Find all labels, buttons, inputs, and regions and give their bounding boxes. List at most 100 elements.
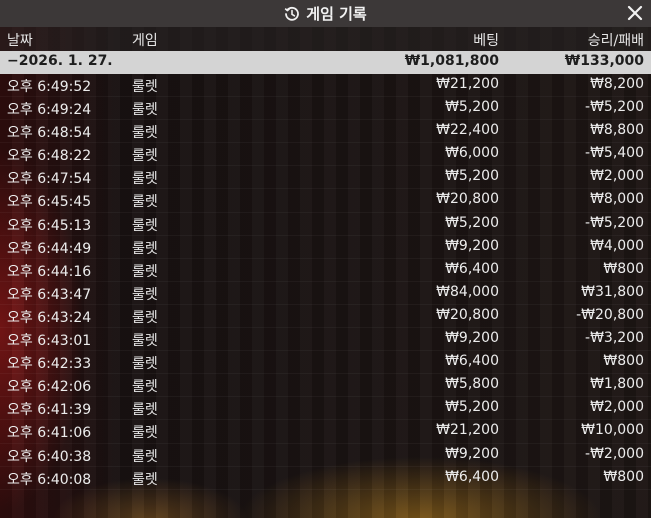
row-game: 룰렛 bbox=[132, 240, 158, 257]
table-row[interactable]: 오후 6:40:38 룰렛 ₩9,200 -₩2,000 bbox=[0, 444, 651, 467]
row-game: 룰렛 bbox=[132, 448, 158, 465]
panel-title: 게임 기록 bbox=[306, 5, 367, 23]
row-result: -₩2,000 bbox=[585, 445, 644, 462]
header-winloss: 승리/패배 bbox=[587, 33, 644, 49]
row-time: 오후 6:44:49 bbox=[7, 240, 92, 257]
row-result: ₩31,800 bbox=[581, 283, 644, 300]
row-game: 룰렛 bbox=[132, 79, 158, 95]
row-result: -₩5,200 bbox=[585, 99, 644, 116]
table-row[interactable]: 오후 6:49:24 룰렛 ₩5,200 -₩5,200 bbox=[0, 97, 651, 121]
row-result: ₩8,200 bbox=[590, 76, 644, 92]
row-bet: ₩5,800 bbox=[445, 376, 499, 393]
header-bet: 베팅 bbox=[473, 33, 499, 49]
row-game: 룰렛 bbox=[132, 356, 158, 373]
row-game: 룰렛 bbox=[132, 402, 158, 419]
row-game: 룰렛 bbox=[132, 125, 158, 142]
table-row[interactable]: 오후 6:42:33 룰렛 ₩6,400 ₩800 bbox=[0, 351, 651, 375]
history-rows: 오후 6:49:52 룰렛 ₩21,200 ₩8,200 오후 6:49:24 룰렛 ₩5,… bbox=[0, 74, 651, 490]
row-result: ₩2,000 bbox=[590, 168, 644, 185]
row-bet: ₩20,800 bbox=[436, 191, 499, 208]
row-game: 룰렛 bbox=[132, 379, 158, 396]
row-time: 오후 6:49:52 bbox=[7, 79, 92, 95]
row-game: 룰렛 bbox=[132, 425, 158, 442]
row-game: 룰렛 bbox=[132, 194, 158, 211]
history-icon bbox=[284, 6, 300, 22]
row-result: ₩10,000 bbox=[581, 422, 644, 439]
row-result: -₩5,400 bbox=[585, 145, 644, 162]
row-time: 오후 6:43:47 bbox=[7, 286, 92, 303]
row-result: ₩4,000 bbox=[590, 237, 644, 254]
table-row[interactable]: 오후 6:43:47 룰렛 ₩84,000 ₩31,800 bbox=[0, 282, 651, 305]
summary-winloss-total: ₩133,000 bbox=[564, 53, 644, 69]
row-bet: ₩84,000 bbox=[436, 283, 499, 300]
row-time: 오후 6:48:54 bbox=[7, 125, 92, 142]
row-result: ₩2,000 bbox=[590, 399, 644, 416]
table-row[interactable]: 오후 6:48:54 룰렛 ₩22,400 ₩8,800 bbox=[0, 120, 651, 144]
row-bet: ₩5,200 bbox=[445, 99, 499, 116]
row-time: 오후 6:41:06 bbox=[7, 425, 92, 442]
row-time: 오후 6:43:24 bbox=[7, 309, 92, 326]
title-bar: 게임 기록 bbox=[0, 0, 651, 27]
row-time: 오후 6:40:38 bbox=[7, 448, 92, 465]
row-bet: ₩5,200 bbox=[445, 168, 499, 185]
title-group: 게임 기록 bbox=[0, 0, 651, 27]
row-game: 룰렛 bbox=[132, 217, 158, 234]
table-row[interactable]: 오후 6:47:54 룰렛 ₩5,200 ₩2,000 bbox=[0, 166, 651, 190]
row-game: 룰렛 bbox=[132, 171, 158, 188]
row-time: 오후 6:42:06 bbox=[7, 379, 92, 396]
game-history-panel: 게임 기록 날짜 게임 베팅 승리/패배 −2026. 1. 27. ₩1,08… bbox=[0, 0, 651, 518]
row-time: 오후 6:43:01 bbox=[7, 333, 92, 350]
row-time: 오후 6:41:39 bbox=[7, 402, 92, 419]
row-game: 룰렛 bbox=[132, 148, 158, 165]
row-result: ₩800 bbox=[603, 353, 644, 370]
row-time: 오후 6:45:45 bbox=[7, 194, 92, 211]
table-row[interactable]: 오후 6:40:08 룰렛 ₩6,400 ₩800 bbox=[0, 467, 651, 490]
row-result: ₩800 bbox=[603, 260, 644, 277]
table-row[interactable]: 오후 6:45:45 룰렛 ₩20,800 ₩8,000 bbox=[0, 189, 651, 213]
row-time: 오후 6:42:33 bbox=[7, 356, 92, 373]
date-summary-row[interactable]: −2026. 1. 27. ₩1,081,800 ₩133,000 bbox=[0, 51, 651, 74]
row-bet: ₩6,400 bbox=[445, 353, 499, 370]
row-bet: ₩9,200 bbox=[445, 445, 499, 462]
table-row[interactable]: 오후 6:49:52 룰렛 ₩21,200 ₩8,200 bbox=[0, 74, 651, 98]
row-time: 오후 6:44:16 bbox=[7, 263, 92, 280]
close-button[interactable] bbox=[625, 3, 645, 23]
table-header: 날짜 게임 베팅 승리/패배 bbox=[0, 27, 651, 51]
row-time: 오후 6:49:24 bbox=[7, 102, 92, 119]
row-bet: ₩22,400 bbox=[436, 122, 499, 139]
close-icon bbox=[627, 5, 643, 21]
row-time: 오후 6:40:08 bbox=[7, 471, 92, 488]
row-game: 룰렛 bbox=[132, 263, 158, 280]
row-game: 룰렛 bbox=[132, 102, 158, 119]
header-date: 날짜 bbox=[7, 33, 33, 49]
table-row[interactable]: 오후 6:41:06 룰렛 ₩21,200 ₩10,000 bbox=[0, 420, 651, 444]
row-time: 오후 6:48:22 bbox=[7, 148, 92, 165]
row-bet: ₩21,200 bbox=[436, 76, 499, 92]
row-bet: ₩9,200 bbox=[445, 237, 499, 254]
table-row[interactable]: 오후 6:42:06 룰렛 ₩5,800 ₩1,800 bbox=[0, 374, 651, 398]
table-row[interactable]: 오후 6:44:16 룰렛 ₩6,400 ₩800 bbox=[0, 259, 651, 282]
row-bet: ₩21,200 bbox=[436, 422, 499, 439]
row-time: 오후 6:47:54 bbox=[7, 171, 92, 188]
table-row[interactable]: 오후 6:48:22 룰렛 ₩6,000 -₩5,400 bbox=[0, 143, 651, 167]
row-result: ₩8,800 bbox=[590, 122, 644, 139]
row-game: 룰렛 bbox=[132, 309, 158, 326]
table-row[interactable]: 오후 6:45:13 룰렛 ₩5,200 -₩5,200 bbox=[0, 213, 651, 236]
row-game: 룰렛 bbox=[132, 471, 158, 488]
row-bet: ₩5,200 bbox=[445, 399, 499, 416]
row-bet: ₩6,400 bbox=[445, 468, 499, 485]
table-row[interactable]: 오후 6:43:24 룰렛 ₩20,800 -₩20,800 bbox=[0, 305, 651, 329]
row-bet: ₩20,800 bbox=[436, 306, 499, 323]
row-result: ₩800 bbox=[603, 468, 644, 485]
row-result: -₩3,200 bbox=[585, 330, 644, 347]
row-bet: ₩6,000 bbox=[445, 145, 499, 162]
row-time: 오후 6:45:13 bbox=[7, 217, 92, 234]
table-row[interactable]: 오후 6:41:39 룰렛 ₩5,200 ₩2,000 bbox=[0, 397, 651, 421]
summary-bet-total: ₩1,081,800 bbox=[404, 53, 499, 69]
row-bet: ₩6,400 bbox=[445, 260, 499, 277]
table-row[interactable]: 오후 6:44:49 룰렛 ₩9,200 ₩4,000 bbox=[0, 236, 651, 259]
row-game: 룰렛 bbox=[132, 333, 158, 350]
row-bet: ₩5,200 bbox=[445, 214, 499, 231]
row-result: -₩5,200 bbox=[585, 214, 644, 231]
table-row[interactable]: 오후 6:43:01 룰렛 ₩9,200 -₩3,200 bbox=[0, 328, 651, 352]
